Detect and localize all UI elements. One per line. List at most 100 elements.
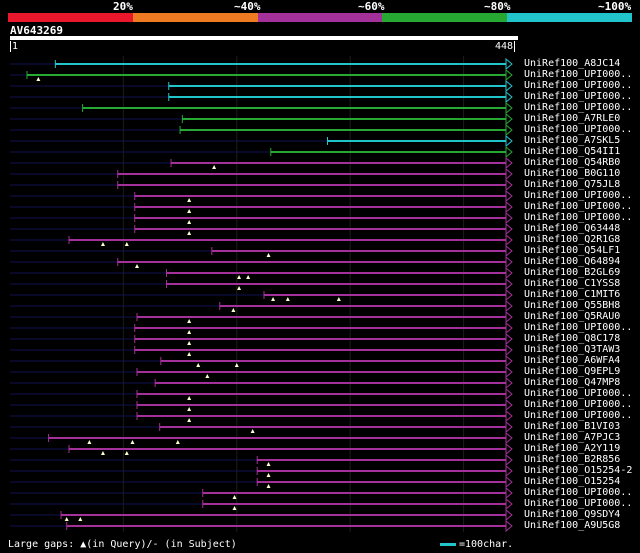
- gap-triangle: [187, 341, 192, 345]
- hit-label[interactable]: UniRef100_A2Y119: [524, 443, 620, 454]
- hit-label[interactable]: UniRef100_Q3TAW3: [524, 344, 620, 355]
- hit-arrow: [505, 409, 513, 423]
- hit-arrow: [505, 90, 513, 104]
- gap-triangle: [266, 473, 271, 477]
- hit-arrow: [505, 255, 513, 269]
- hit-label[interactable]: UniRef100_C1MIT6: [524, 289, 620, 300]
- hit-label[interactable]: UniRef100_Q8C178: [524, 333, 620, 344]
- hit-arrow: [505, 156, 513, 170]
- hit-arrow: [505, 442, 513, 456]
- gap-triangle: [205, 374, 210, 378]
- hit-label[interactable]: UniRef100_B2GL69: [524, 267, 620, 278]
- hit-label[interactable]: UniRef100_UPI000..: [524, 91, 632, 102]
- gap-triangle: [130, 440, 135, 444]
- hit-arrow: [505, 112, 513, 126]
- hit-label[interactable]: UniRef100_A6WFA4: [524, 355, 620, 366]
- hit-arrow: [505, 332, 513, 346]
- hit-label[interactable]: UniRef100_Q75JL8: [524, 179, 620, 190]
- hit-label[interactable]: UniRef100_UPI000..: [524, 102, 632, 113]
- hit-label[interactable]: UniRef100_UPI000..: [524, 212, 632, 223]
- hit-label[interactable]: UniRef100_Q47MP8: [524, 377, 620, 388]
- hit-label[interactable]: UniRef100_Q54LF1: [524, 245, 620, 256]
- hit-label[interactable]: UniRef100_UPI000..: [524, 190, 632, 201]
- gap-triangle: [266, 484, 271, 488]
- gap-triangle: [187, 198, 192, 202]
- gap-triangle: [36, 77, 41, 81]
- gap-triangle: [285, 297, 290, 301]
- gap-triangle: [271, 297, 276, 301]
- gap-triangle: [266, 462, 271, 466]
- hit-label[interactable]: UniRef100_Q54RB0: [524, 157, 620, 168]
- gap-triangle: [231, 308, 236, 312]
- gap-triangle: [187, 220, 192, 224]
- hit-arrow: [505, 211, 513, 225]
- gap-triangle: [100, 451, 105, 455]
- hit-arrow: [505, 123, 513, 137]
- hit-label[interactable]: UniRef100_Q55BH8: [524, 300, 620, 311]
- hit-label[interactable]: UniRef100_Q9EPL9: [524, 366, 620, 377]
- hit-arrow: [505, 200, 513, 214]
- hit-arrow: [505, 233, 513, 247]
- hit-label[interactable]: UniRef100_UPI000..: [524, 399, 632, 410]
- hit-arrow: [505, 453, 513, 467]
- gap-triangle: [175, 440, 180, 444]
- hit-label[interactable]: UniRef100_UPI000..: [524, 498, 632, 509]
- gap-triangle: [336, 297, 341, 301]
- scale-legend-text: =100char.: [459, 539, 514, 550]
- hit-label[interactable]: UniRef100_O15254-2: [524, 465, 632, 476]
- hit-arrow: [505, 277, 513, 291]
- hit-label[interactable]: UniRef100_A7PJC3: [524, 432, 620, 443]
- hit-label[interactable]: UniRef100_A9U5G8: [524, 520, 620, 531]
- hit-label[interactable]: UniRef100_UPI000..: [524, 410, 632, 421]
- hit-arrow: [505, 178, 513, 192]
- hit-arrow: [505, 222, 513, 236]
- scale-legend: =100char.: [440, 539, 513, 550]
- hit-label[interactable]: UniRef100_B0G110: [524, 168, 620, 179]
- hit-label[interactable]: UniRef100_B1VI03: [524, 421, 620, 432]
- hit-label[interactable]: UniRef100_UPI000..: [524, 388, 632, 399]
- hit-label[interactable]: UniRef100_Q9SDY4: [524, 509, 620, 520]
- hit-label[interactable]: UniRef100_A8JC14: [524, 58, 620, 69]
- hit-arrow: [505, 57, 513, 71]
- gap-triangle: [187, 418, 192, 422]
- gap-triangle: [232, 495, 237, 499]
- gap-triangle: [187, 319, 192, 323]
- hit-arrow: [505, 189, 513, 203]
- hit-arrow: [505, 134, 513, 148]
- hit-label[interactable]: UniRef100_A7RLE0: [524, 113, 620, 124]
- gap-triangle: [124, 242, 129, 246]
- legend: Large gaps: ▲(in Query)/- (in Subject): [8, 539, 237, 550]
- hit-arrow: [505, 266, 513, 280]
- gap-triangle: [64, 517, 69, 521]
- hit-arrow: [505, 475, 513, 489]
- hit-arrow: [505, 420, 513, 434]
- hit-label[interactable]: UniRef100_B2R856: [524, 454, 620, 465]
- hit-arrow: [505, 376, 513, 390]
- hit-label[interactable]: UniRef100_UPI000..: [524, 487, 632, 498]
- gap-triangle: [237, 275, 242, 279]
- gap-triangle: [237, 286, 242, 290]
- legend-prefix: Large gaps:: [8, 539, 81, 550]
- hit-label[interactable]: UniRef100_A7SKL5: [524, 135, 620, 146]
- hit-arrow: [505, 244, 513, 258]
- gap-triangle: [187, 352, 192, 356]
- gap-triangle: [250, 429, 255, 433]
- hit-label[interactable]: UniRef100_O15254: [524, 476, 620, 487]
- hit-label[interactable]: UniRef100_Q5RAU0: [524, 311, 620, 322]
- hit-arrow: [505, 79, 513, 93]
- hit-label[interactable]: UniRef100_Q64894: [524, 256, 620, 267]
- hit-label[interactable]: UniRef100_Q63448: [524, 223, 620, 234]
- hit-label[interactable]: UniRef100_C1YSS8: [524, 278, 620, 289]
- hit-arrow: [505, 519, 513, 533]
- hit-arrow: [505, 387, 513, 401]
- hit-label[interactable]: UniRef100_Q54II1: [524, 146, 620, 157]
- hit-arrow: [505, 167, 513, 181]
- hit-label[interactable]: UniRef100_UPI000..: [524, 201, 632, 212]
- hit-label[interactable]: UniRef100_UPI000..: [524, 69, 632, 80]
- hit-label[interactable]: UniRef100_UPI000..: [524, 124, 632, 135]
- hit-label[interactable]: UniRef100_UPI000..: [524, 80, 632, 91]
- hit-label[interactable]: UniRef100_UPI000..: [524, 322, 632, 333]
- hit-arrow: [505, 508, 513, 522]
- hit-label[interactable]: UniRef100_Q2R1G8: [524, 234, 620, 245]
- hit-arrow: [505, 365, 513, 379]
